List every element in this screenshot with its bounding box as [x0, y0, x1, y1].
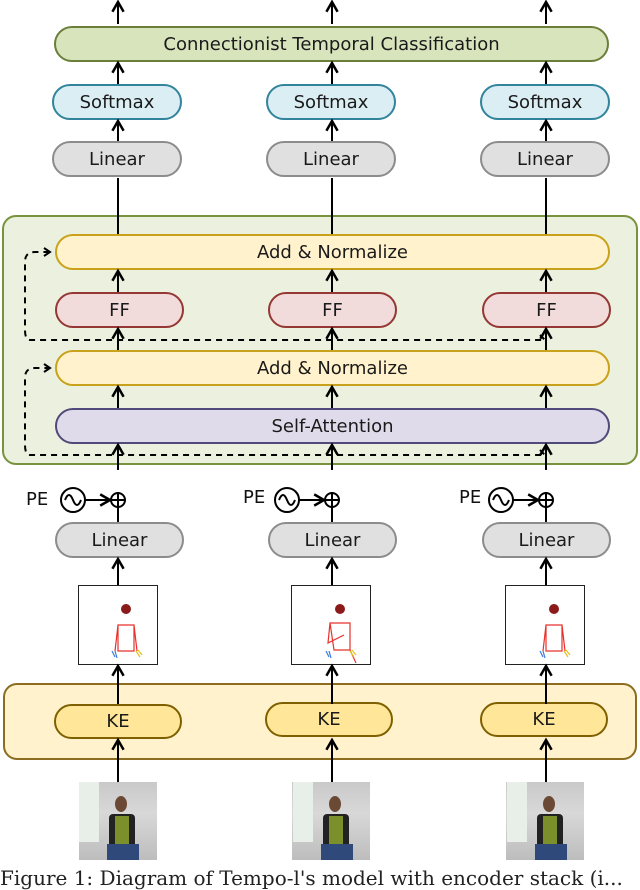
sine-wave-icon: [488, 487, 514, 513]
ke-block-3: KE: [480, 702, 608, 737]
linear-bottom-block-3: Linear: [482, 522, 611, 558]
keypoint-frame-3: [505, 585, 585, 665]
input-frame-1: [79, 782, 157, 860]
pe-label-3: PE: [459, 487, 482, 508]
add-normalize-label: Add & Normalize: [257, 357, 408, 379]
add-normalize-bottom: Add & Normalize: [55, 350, 610, 386]
figure-caption: Figure 1: Diagram of Tempo-l's model wit…: [0, 866, 623, 890]
sine-wave-icon: [60, 487, 86, 513]
ke-block-2: KE: [265, 702, 393, 737]
linear-top-block-2: Linear: [266, 141, 396, 177]
linear-label: Linear: [91, 529, 148, 551]
circle-plus-icon: [324, 492, 340, 508]
ff-block-1: FF: [55, 292, 184, 328]
sine-wave-icon: [278, 494, 296, 506]
linear-bottom-block-2: Linear: [268, 522, 397, 558]
pe-label-2: PE: [243, 487, 266, 508]
softmax-label: Softmax: [79, 91, 155, 113]
input-frame-2: [292, 782, 370, 860]
add-normalize-top: Add & Normalize: [55, 234, 610, 270]
ke-block-1: KE: [54, 704, 182, 739]
ctc-block: Connectionist Temporal Classification: [54, 26, 609, 62]
linear-label: Linear: [303, 148, 359, 170]
linear-bottom-block-1: Linear: [55, 522, 184, 558]
ff-block-3: FF: [482, 292, 611, 328]
ff-label: FF: [322, 299, 343, 321]
sine-wave-icon: [64, 494, 82, 506]
ke-label: KE: [106, 711, 130, 732]
linear-label: Linear: [304, 529, 361, 551]
ke-label: KE: [532, 709, 556, 730]
add-normalize-label: Add & Normalize: [257, 241, 408, 263]
softmax-block-3: Softmax: [480, 84, 610, 120]
keypoint-frame-1: [78, 585, 158, 665]
circle-plus-icon: [538, 492, 554, 508]
input-frame-3: [506, 782, 584, 860]
keypoint-frame-2: [291, 585, 371, 665]
sine-wave-icon: [492, 494, 510, 506]
ff-block-2: FF: [268, 292, 397, 328]
softmax-label: Softmax: [507, 91, 583, 113]
self-attention-block: Self-Attention: [55, 408, 610, 444]
linear-top-block-3: Linear: [480, 141, 610, 177]
linear-label: Linear: [517, 148, 573, 170]
ke-label: KE: [317, 709, 341, 730]
circle-plus-icon: [110, 492, 126, 508]
linear-label: Linear: [518, 529, 575, 551]
softmax-block-2: Softmax: [266, 84, 396, 120]
ctc-label: Connectionist Temporal Classification: [163, 33, 500, 55]
softmax-block-1: Softmax: [52, 84, 182, 120]
linear-top-block-1: Linear: [52, 141, 182, 177]
ff-label: FF: [109, 299, 130, 321]
linear-label: Linear: [89, 148, 145, 170]
pe-label-1: PE: [26, 489, 49, 510]
self-attention-label: Self-Attention: [271, 415, 394, 437]
sine-wave-icon: [274, 487, 300, 513]
ff-label: FF: [536, 299, 557, 321]
softmax-label: Softmax: [293, 91, 369, 113]
